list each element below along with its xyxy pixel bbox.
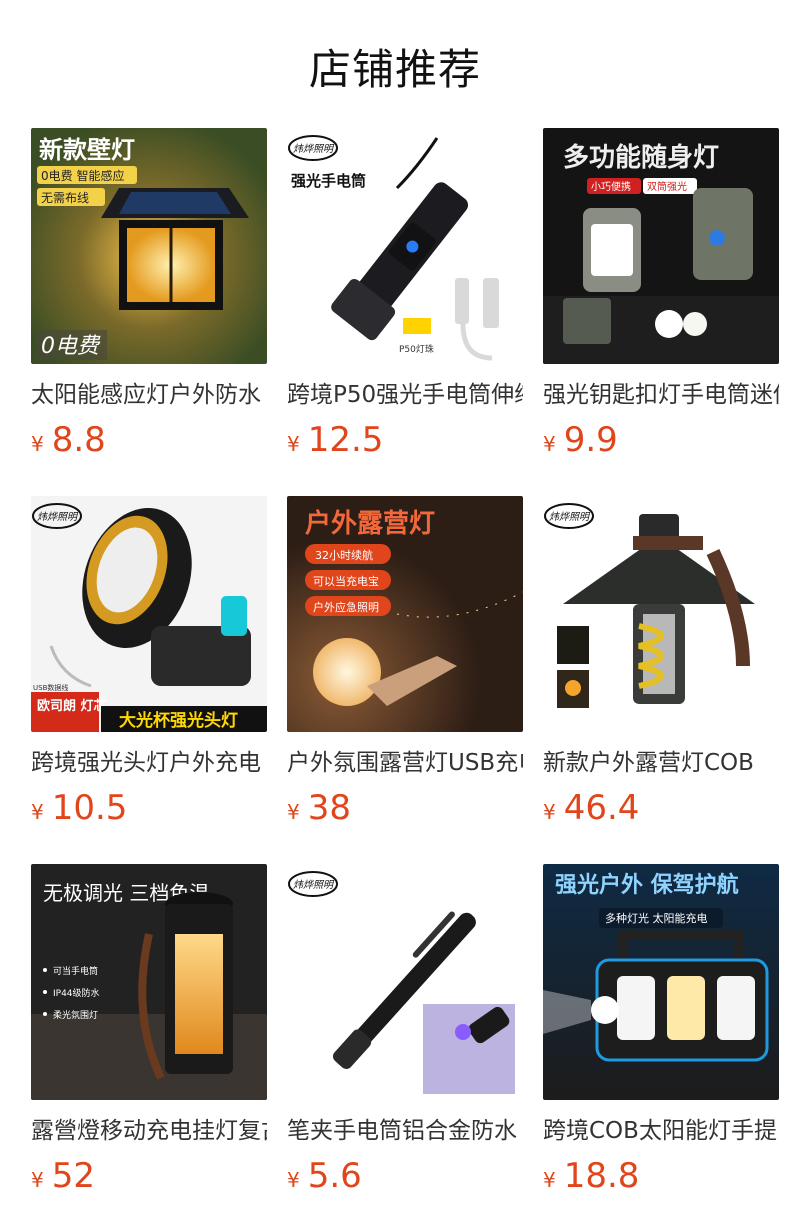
product-card[interactable]: 炜烨照明 USB数据线 欧司朗 灯芯 大光杯强光头灯 跨境强光头灯户外充电 ¥1… xyxy=(31,496,267,864)
price-value: 10.5 xyxy=(51,788,128,828)
currency-symbol: ¥ xyxy=(31,1168,44,1192)
currency-symbol: ¥ xyxy=(31,432,44,456)
product-name[interactable]: 户外氛围露营灯USB充电 xyxy=(287,748,523,778)
corner-label: 0电费 xyxy=(41,334,101,359)
image-tag: 小巧便携 xyxy=(591,180,631,193)
product-image-pen-flashlight[interactable]: 炜烨照明 xyxy=(287,864,523,1100)
image-tag: 多种灯光 太阳能充电 xyxy=(605,911,708,925)
image-tag: 可以当充电宝 xyxy=(313,574,379,588)
image-caption: P50灯珠 xyxy=(399,343,434,355)
product-name[interactable]: 笔夹手电筒铝合金防水 xyxy=(287,1116,523,1146)
image-headline: 强光户外 保驾护航 xyxy=(555,872,739,898)
image-tag: 双筒强光 xyxy=(647,180,687,193)
product-name[interactable]: 露營燈移动充电挂灯复古 xyxy=(31,1116,267,1146)
image-tag: 可当手电筒 xyxy=(53,965,98,977)
brand-logo: 炜烨照明 xyxy=(549,511,591,523)
product-card[interactable]: 无极调光 三档色温 可当手电筒 IP44级防水 柔光氛围灯 露營燈移动充电挂灯复… xyxy=(31,864,267,1232)
product-image-camping-lamp[interactable]: 户外露营灯 32小时续航 可以当充电宝 户外应急照明 xyxy=(287,496,523,732)
product-card[interactable]: 炜烨照明 笔夹手电筒铝合金防水 ¥5.6 xyxy=(287,864,523,1232)
currency-symbol: ¥ xyxy=(31,800,44,824)
image-headline: 多功能随身灯 xyxy=(563,142,719,173)
price-value: 12.5 xyxy=(307,420,384,460)
currency-symbol: ¥ xyxy=(287,800,300,824)
product-price: ¥12.5 xyxy=(287,420,523,466)
product-name[interactable]: 跨境强光头灯户外充电 xyxy=(31,748,267,778)
product-card[interactable]: 强光户外 保驾护航 多种灯光 太阳能充电 跨境COB太阳能灯手提 ¥18.8 xyxy=(543,864,779,1232)
section-title: 店铺推荐 xyxy=(308,45,481,94)
product-price: ¥8.8 xyxy=(31,420,267,466)
brand-logo: 炜烨照明 xyxy=(37,511,79,523)
price-value: 38 xyxy=(307,788,351,828)
product-card[interactable]: 户外露营灯 32小时续航 可以当充电宝 户外应急照明 户外氛围露营灯USB充电 … xyxy=(287,496,523,864)
price-value: 5.6 xyxy=(307,1156,362,1196)
product-price: ¥5.6 xyxy=(287,1156,523,1202)
currency-symbol: ¥ xyxy=(543,1168,556,1192)
product-name[interactable]: 太阳能感应灯户外防水 xyxy=(31,380,267,410)
product-name[interactable]: 跨境COB太阳能灯手提 xyxy=(543,1116,779,1146)
currency-symbol: ¥ xyxy=(287,1168,300,1192)
product-price: ¥9.9 xyxy=(543,420,779,466)
price-value: 9.9 xyxy=(563,420,618,460)
product-image-keychain-light[interactable]: 多功能随身灯 小巧便携 双筒强光 xyxy=(543,128,779,364)
product-price: ¥38 xyxy=(287,788,523,834)
image-tag: 0电费 智能感应 xyxy=(41,168,124,183)
product-image-flashlight[interactable]: 炜烨照明 强光手电筒 P50灯珠 xyxy=(287,128,523,364)
image-caption: USB数据线 xyxy=(33,683,68,692)
brand-logo: 炜烨照明 xyxy=(293,143,335,155)
image-headline: 新款壁灯 xyxy=(39,136,135,164)
price-value: 46.4 xyxy=(563,788,640,828)
product-image-lantern[interactable]: 炜烨照明 xyxy=(543,496,779,732)
product-card[interactable]: 炜烨照明 新款户外露营灯COB ¥46.4 xyxy=(543,496,779,864)
image-headline: 大光杯强光头灯 xyxy=(119,710,238,731)
product-card[interactable]: 多功能随身灯 小巧便携 双筒强光 强光钥匙扣灯手电筒迷你 ¥9.9 xyxy=(543,128,779,496)
product-image-headlamp[interactable]: 炜烨照明 USB数据线 欧司朗 灯芯 大光杯强光头灯 xyxy=(31,496,267,732)
image-tag: 32小时续航 xyxy=(315,548,373,562)
product-card[interactable]: 炜烨照明 强光手电筒 P50灯珠 跨境P50强光手电筒伸缩 ¥12.5 xyxy=(287,128,523,496)
product-price: ¥52 xyxy=(31,1156,267,1202)
image-tag: IP44级防水 xyxy=(53,987,100,999)
product-card[interactable]: 0电费 新款壁灯 0电费 智能感应 无需布线 太阳能感应灯户外防水 ¥8.8 xyxy=(31,128,267,496)
currency-symbol: ¥ xyxy=(287,432,300,456)
product-grid: 0电费 新款壁灯 0电费 智能感应 无需布线 太阳能感应灯户外防水 ¥8.8 炜… xyxy=(31,128,779,1232)
product-price: ¥10.5 xyxy=(31,788,267,834)
product-name[interactable]: 跨境P50强光手电筒伸缩 xyxy=(287,380,523,410)
price-value: 52 xyxy=(51,1156,95,1196)
product-image-solar-work-lamp[interactable]: 强光户外 保驾护航 多种灯光 太阳能充电 xyxy=(543,864,779,1100)
product-image-wall-lamp[interactable]: 0电费 新款壁灯 0电费 智能感应 无需布线 xyxy=(31,128,267,364)
product-image-hanging-lamp[interactable]: 无极调光 三档色温 可当手电筒 IP44级防水 柔光氛围灯 xyxy=(31,864,267,1100)
price-value: 8.8 xyxy=(51,420,106,460)
image-tag: 柔光氛围灯 xyxy=(53,1009,98,1021)
image-tag: 无需布线 xyxy=(41,191,89,205)
brand-logo: 炜烨照明 xyxy=(293,879,335,891)
price-value: 18.8 xyxy=(563,1156,640,1196)
product-price: ¥18.8 xyxy=(543,1156,779,1202)
product-name[interactable]: 新款户外露营灯COB xyxy=(543,748,779,778)
image-headline: 户外露营灯 xyxy=(305,508,435,539)
product-name[interactable]: 强光钥匙扣灯手电筒迷你 xyxy=(543,380,779,410)
image-headline: 强光手电筒 xyxy=(291,172,366,190)
image-badge: 欧司朗 灯芯 xyxy=(37,698,107,714)
currency-symbol: ¥ xyxy=(543,800,556,824)
product-price: ¥46.4 xyxy=(543,788,779,834)
currency-symbol: ¥ xyxy=(543,432,556,456)
image-tag: 户外应急照明 xyxy=(313,600,379,614)
